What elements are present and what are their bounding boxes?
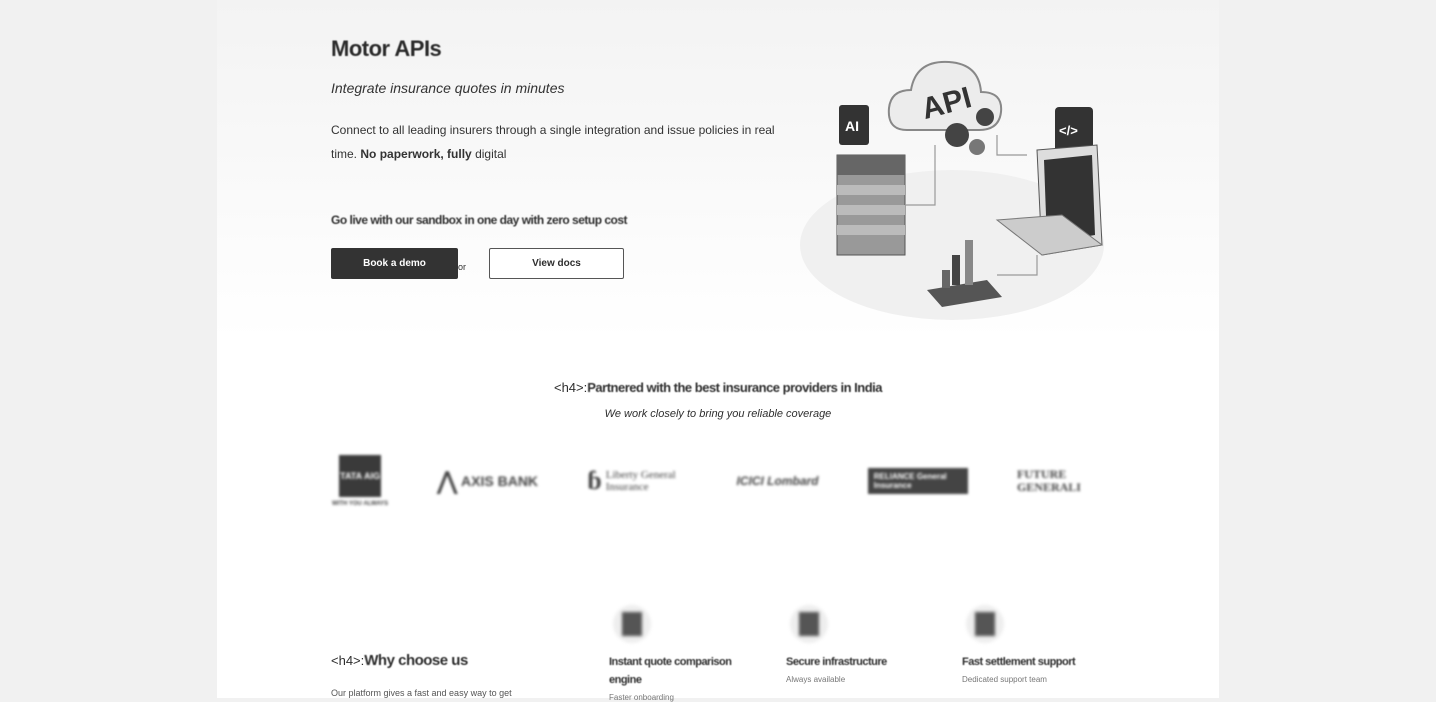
view-docs-button[interactable]: View docs xyxy=(489,248,624,279)
h4-tag: <h4>: xyxy=(553,380,588,395)
feature-card: Fast settlement support Dedicated support… xyxy=(962,605,1092,684)
logo-axis-bank: ⋀ AXIS BANK xyxy=(437,467,538,496)
hero-subtitle: Integrate insurance quotes in minutes xyxy=(331,80,565,96)
ai-label: AI xyxy=(845,118,859,134)
feature-title: Instant quote comparison engine xyxy=(609,656,732,686)
code-label: </> xyxy=(1059,123,1078,138)
why-heading: <h4>:Why choose us xyxy=(331,652,468,669)
liberty-icon: ɓ xyxy=(587,466,602,495)
feature-card: Instant quote comparison engine Faster on… xyxy=(609,605,739,702)
tata-logo-text: TATA AIG xyxy=(339,455,382,497)
partners-title: Partnered with the best insurance provid… xyxy=(587,380,882,395)
feature-icon xyxy=(790,605,828,643)
partners-subtitle: We work closely to bring you reliable co… xyxy=(604,408,832,420)
api-illustration: API AI </> xyxy=(800,60,1104,320)
or-label: or xyxy=(458,262,467,272)
h4-tag: <h4>: xyxy=(331,653,365,668)
hero-description: Connect to all leading insurers through … xyxy=(331,118,776,166)
feature-title: Secure infrastructure xyxy=(786,656,887,668)
axis-text: AXIS BANK xyxy=(461,473,539,489)
logo-tata-aig: TATA AIG WITH YOU ALWAYS xyxy=(332,455,388,507)
feature-desc: Dedicated support team xyxy=(962,675,1047,684)
partners-heading: <h4>:Partnered with the best insurance p… xyxy=(217,380,1219,395)
logo-liberty: ɓ Liberty General Insurance xyxy=(587,466,687,496)
partner-logos: TATA AIG WITH YOU ALWAYS ⋀ AXIS BANK ɓ Libe… xyxy=(332,455,1107,507)
page: Motor APIs Integrate insurance quotes in… xyxy=(217,0,1219,702)
feature-icon xyxy=(966,605,1004,643)
hero-title: Motor APIs xyxy=(331,36,442,61)
axis-icon: ⋀ xyxy=(437,467,458,495)
feature-desc: Always available xyxy=(786,675,846,684)
ai-badge-icon: AI xyxy=(839,105,869,145)
feature-icon xyxy=(613,605,651,643)
logo-reliance: RELIANCE General Insurance xyxy=(867,468,968,494)
logo-future-generali: FUTURE GENERALI xyxy=(1016,467,1081,494)
server-rack-icon xyxy=(836,154,906,256)
tata-tagline: WITH YOU ALWAYS xyxy=(332,501,389,507)
liberty-text: Liberty General Insurance xyxy=(605,469,676,493)
why-text: Our platform gives a fast and easy way t… xyxy=(331,688,512,698)
description-end: digital xyxy=(475,147,507,161)
why-title: Why choose us xyxy=(364,652,468,669)
book-demo-button[interactable]: Book a demo xyxy=(331,248,458,279)
logo-icici-lombard: ICICI Lombard xyxy=(736,474,819,488)
feature-card: Secure infrastructure Always available xyxy=(786,605,916,684)
hero-note: Go live with our sandbox in one day with… xyxy=(331,213,628,227)
feature-title: Fast settlement support xyxy=(962,656,1076,668)
description-bold: No paperwork, fully xyxy=(360,147,472,161)
reliance-text: RELIANCE General Insurance xyxy=(867,468,968,494)
